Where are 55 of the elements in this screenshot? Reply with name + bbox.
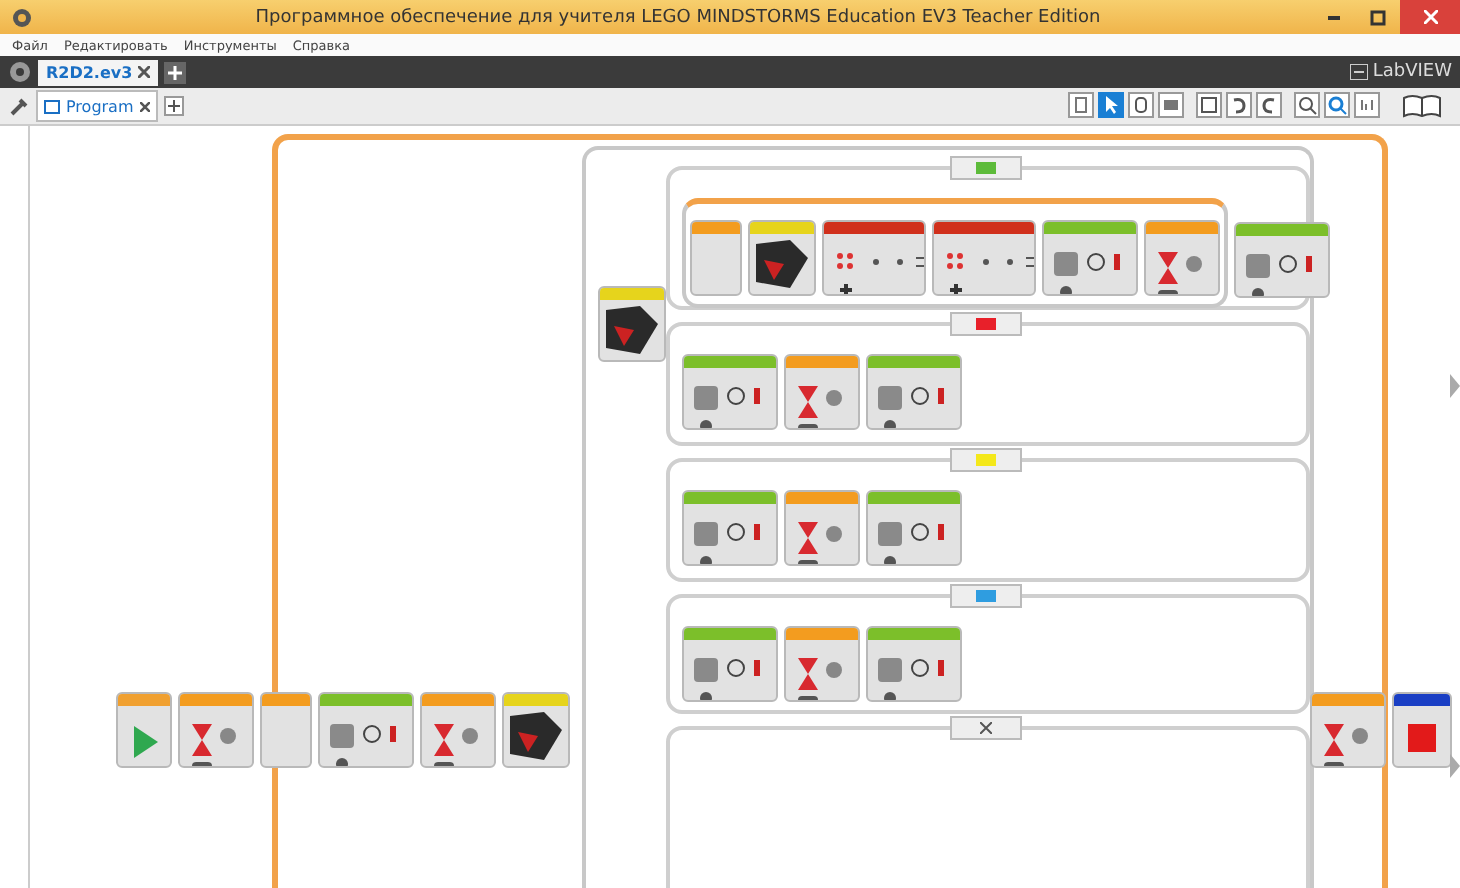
sensor-icon — [600, 300, 664, 360]
close-icon[interactable] — [138, 66, 151, 78]
wait-block[interactable] — [178, 692, 254, 768]
motor-block[interactable] — [682, 626, 778, 702]
motor-block[interactable] — [682, 354, 778, 430]
wait-block[interactable] — [1310, 692, 1386, 768]
redo-icon[interactable] — [1256, 91, 1282, 117]
sensor-block[interactable] — [748, 220, 816, 296]
wait-block[interactable] — [784, 626, 860, 702]
minimize-icon — [1328, 15, 1340, 19]
stop-block[interactable] — [1392, 692, 1452, 768]
case-selector[interactable] — [950, 584, 1022, 608]
case-selector[interactable] — [950, 716, 1022, 740]
book-icon[interactable] — [1400, 91, 1444, 121]
settings-icon[interactable] — [8, 60, 32, 84]
brand-icon — [1350, 64, 1369, 80]
close-button[interactable] — [1400, 0, 1460, 34]
math-block[interactable] — [932, 220, 1036, 296]
motor-block[interactable] — [1042, 220, 1138, 296]
project-tab[interactable]: R2D2.ev3 — [38, 59, 159, 85]
add-tab-icon[interactable] — [163, 96, 184, 116]
sensor-block[interactable] — [502, 692, 570, 768]
case-selector[interactable] — [950, 312, 1022, 336]
wrench-icon[interactable] — [8, 95, 30, 117]
start-block[interactable] — [116, 692, 172, 768]
close-icon — [980, 722, 992, 734]
math-block[interactable] — [822, 220, 926, 296]
motor-block[interactable] — [682, 490, 778, 566]
scroll-arrow-icon[interactable] — [1450, 754, 1460, 778]
scroll-arrow-icon[interactable] — [1450, 374, 1460, 398]
app-icon — [12, 7, 32, 27]
motor-block[interactable] — [1234, 222, 1330, 298]
sensor-icon — [504, 706, 568, 766]
program-tab[interactable]: Program — [36, 90, 158, 122]
zoom-out-icon[interactable] — [1294, 91, 1320, 117]
sensor-block[interactable] — [598, 286, 666, 362]
wait-block[interactable] — [784, 354, 860, 430]
sensor-icon — [750, 234, 814, 294]
close-icon — [1423, 10, 1437, 24]
wait-block[interactable] — [784, 490, 860, 566]
wait-block[interactable] — [1144, 220, 1220, 296]
motor-block[interactable] — [866, 354, 962, 430]
wait-block[interactable] — [420, 692, 496, 768]
motor-block[interactable] — [866, 490, 962, 566]
motor-block[interactable] — [318, 692, 414, 768]
brand-logo: LabVIEW — [1372, 62, 1452, 82]
window-title: Программное обеспечение для учителя LEGO MINDSTORMS Education EV3 Teacher Edition — [253, 7, 1103, 27]
motor-block[interactable] — [866, 626, 962, 702]
pointer-icon[interactable] — [1098, 91, 1124, 117]
zoom-in-icon[interactable] — [1324, 91, 1350, 117]
comment-icon[interactable] — [1068, 91, 1094, 117]
close-icon[interactable] — [139, 101, 150, 111]
program-icon — [44, 99, 60, 113]
restore-icon — [1370, 9, 1386, 25]
undo-icon[interactable] — [1226, 91, 1252, 117]
